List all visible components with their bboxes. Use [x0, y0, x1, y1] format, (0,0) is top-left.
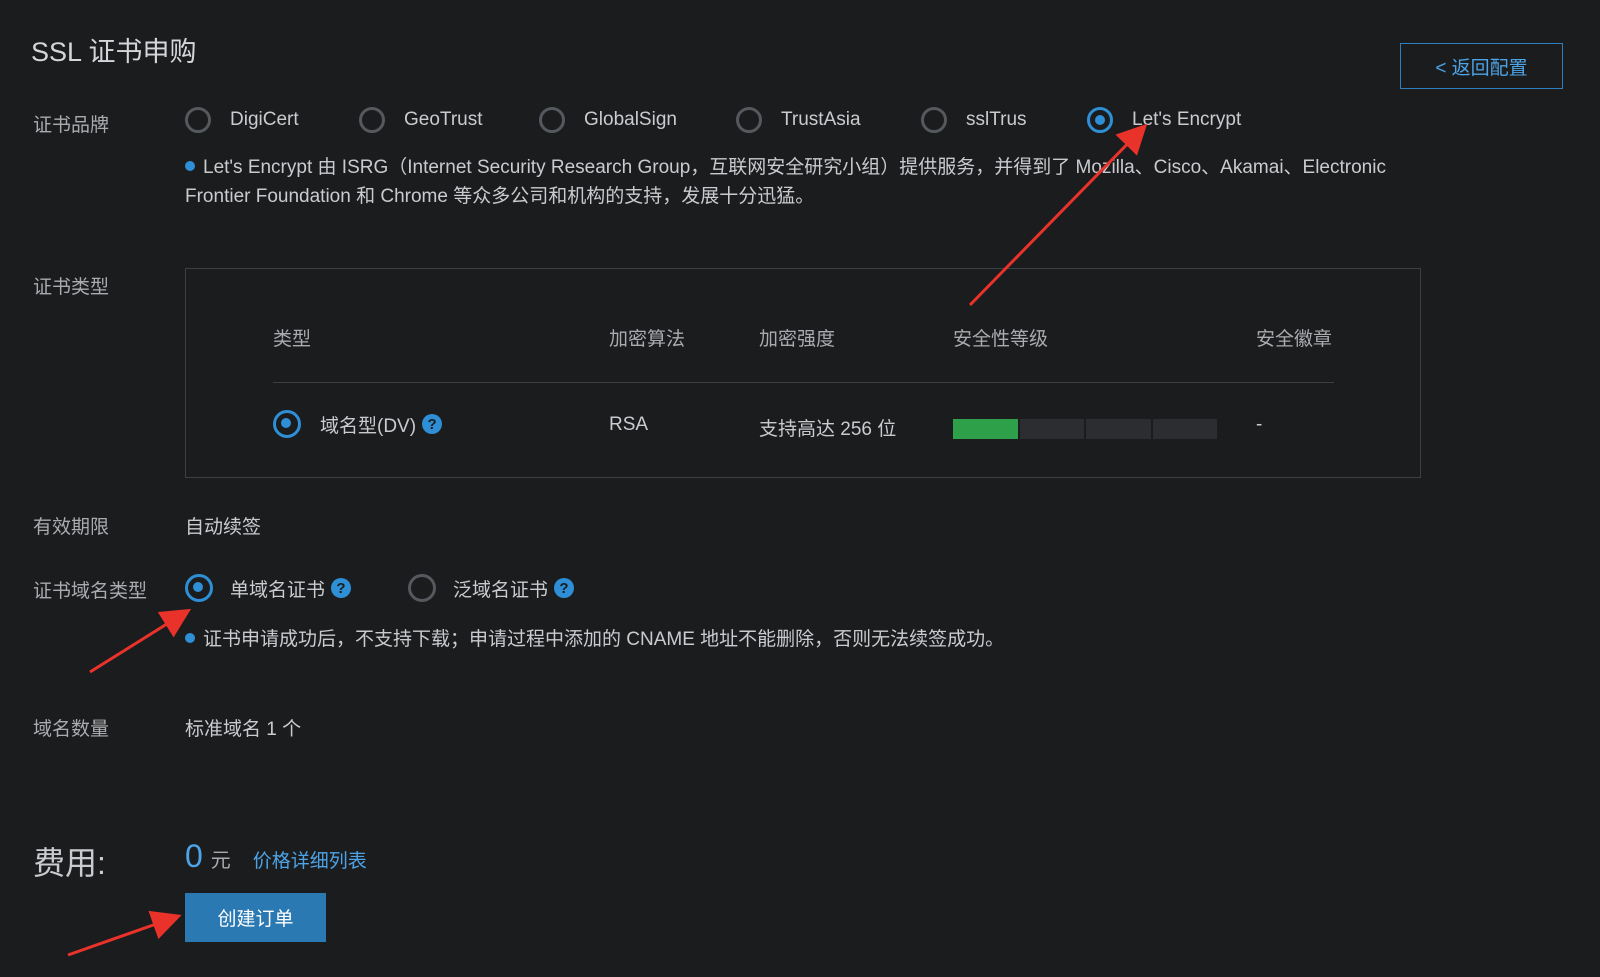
radio-checked-icon [1087, 107, 1113, 133]
radio-icon [185, 107, 211, 133]
cert-type-value: 域名型(DV) [320, 415, 417, 437]
radio-checked-icon [273, 410, 301, 438]
create-order-button[interactable]: 创建订单 [185, 893, 326, 942]
radio-checked-icon [185, 574, 213, 602]
strength-value: 支持高达 256 位 [759, 419, 897, 440]
help-icon[interactable]: ? [422, 414, 443, 434]
security-level-segment [953, 419, 1018, 439]
radio-icon [408, 574, 436, 602]
header-type: 类型 [273, 329, 312, 350]
header-seal: 安全徽章 [1256, 329, 1333, 350]
fee-label: 费用: [33, 845, 106, 881]
bullet-icon [185, 633, 195, 643]
algorithm-value: RSA [609, 414, 649, 435]
cert-type-label: 证书类型 [33, 277, 110, 298]
radio-icon [736, 107, 762, 133]
back-button-label: < 返回配置 [1435, 57, 1528, 79]
page-title: SSL 证书申购 [31, 37, 197, 67]
domain-type-option-wildcard[interactable]: 泛域名证书 ? [408, 574, 575, 602]
domain-type-label: 证书域名类型 [33, 581, 148, 602]
arrow-to-single-domain [89, 608, 192, 674]
domain-type-note-text: 证书申请成功后，不支持下载；申请过程中添加的 CNAME 地址不能删除，否则无法… [203, 629, 1005, 650]
validity-value: 自动续签 [185, 517, 262, 538]
header-security-level: 安全性等级 [953, 329, 1049, 350]
brand-option-letsencrypt[interactable]: Let's Encrypt [1087, 107, 1241, 133]
fee-amount: 0 [185, 838, 203, 874]
seal-value: - [1256, 414, 1263, 435]
brand-option-ssltrus[interactable]: sslTrus [921, 107, 1087, 133]
help-icon[interactable]: ? [554, 578, 575, 598]
security-level-segment [1086, 419, 1151, 439]
brand-note-line2: Frontier Foundation 和 Chrome 等众多公司和机构的支持… [185, 186, 815, 207]
fee-unit: 元 [210, 850, 231, 872]
validity-label: 有效期限 [33, 517, 110, 538]
domain-type-option-single[interactable]: 单域名证书 ? [185, 574, 408, 602]
price-detail-link[interactable]: 价格详细列表 [253, 851, 367, 872]
brand-option-geotrust[interactable]: GeoTrust [359, 107, 539, 133]
table-divider [273, 382, 1334, 383]
brand-option-label: DigiCert [230, 109, 299, 130]
brand-option-label: sslTrus [966, 109, 1027, 130]
brand-note-line1: Let's Encrypt 由 ISRG（Internet Security R… [203, 157, 1386, 178]
brand-option-digicert[interactable]: DigiCert [185, 107, 359, 133]
domain-count-value: 标准域名 1 个 [185, 719, 302, 740]
brand-option-label: Let's Encrypt [1132, 109, 1242, 130]
radio-icon [359, 107, 385, 133]
domain-type-option-label: 泛域名证书 [453, 579, 549, 601]
domain-type-option-label: 单域名证书 [230, 579, 326, 601]
back-to-config-button[interactable]: < 返回配置 [1400, 43, 1563, 89]
brand-option-label: GlobalSign [584, 109, 677, 130]
brand-label: 证书品牌 [33, 115, 110, 136]
cert-type-option-dv[interactable]: 域名型(DV) ? [273, 410, 443, 438]
security-level-segment [1152, 419, 1217, 439]
brand-note: Let's Encrypt 由 ISRG（Internet Security R… [185, 153, 1485, 211]
security-level-segment [1019, 419, 1084, 439]
domain-count-label: 域名数量 [33, 719, 110, 740]
domain-type-note: 证书申请成功后，不支持下载；申请过程中添加的 CNAME 地址不能删除，否则无法… [185, 625, 1004, 654]
brand-option-trustasia[interactable]: TrustAsia [736, 107, 921, 133]
domain-type-radio-group: 单域名证书 ? 泛域名证书 ? [185, 574, 575, 602]
brand-option-label: TrustAsia [781, 109, 861, 130]
create-order-label: 创建订单 [217, 909, 294, 930]
fee-value: 0 元 价格详细列表 [185, 838, 367, 875]
arrow-to-create-order [67, 910, 182, 957]
cert-type-table: 类型 加密算法 加密强度 安全性等级 安全徽章 域名型(DV) ? RSA 支持… [185, 268, 1421, 478]
brand-option-globalsign[interactable]: GlobalSign [539, 107, 736, 133]
brand-option-label: GeoTrust [404, 109, 483, 130]
radio-icon [539, 107, 565, 133]
security-level-bar [953, 419, 1217, 439]
annotation-arrows [67, 123, 1148, 957]
brand-radio-group: DigiCert GeoTrust GlobalSign TrustAsia s… [185, 107, 1241, 133]
header-strength: 加密强度 [759, 329, 836, 350]
bullet-icon [185, 161, 195, 171]
radio-icon [921, 107, 947, 133]
help-icon[interactable]: ? [331, 578, 352, 598]
header-algorithm: 加密算法 [609, 329, 686, 350]
